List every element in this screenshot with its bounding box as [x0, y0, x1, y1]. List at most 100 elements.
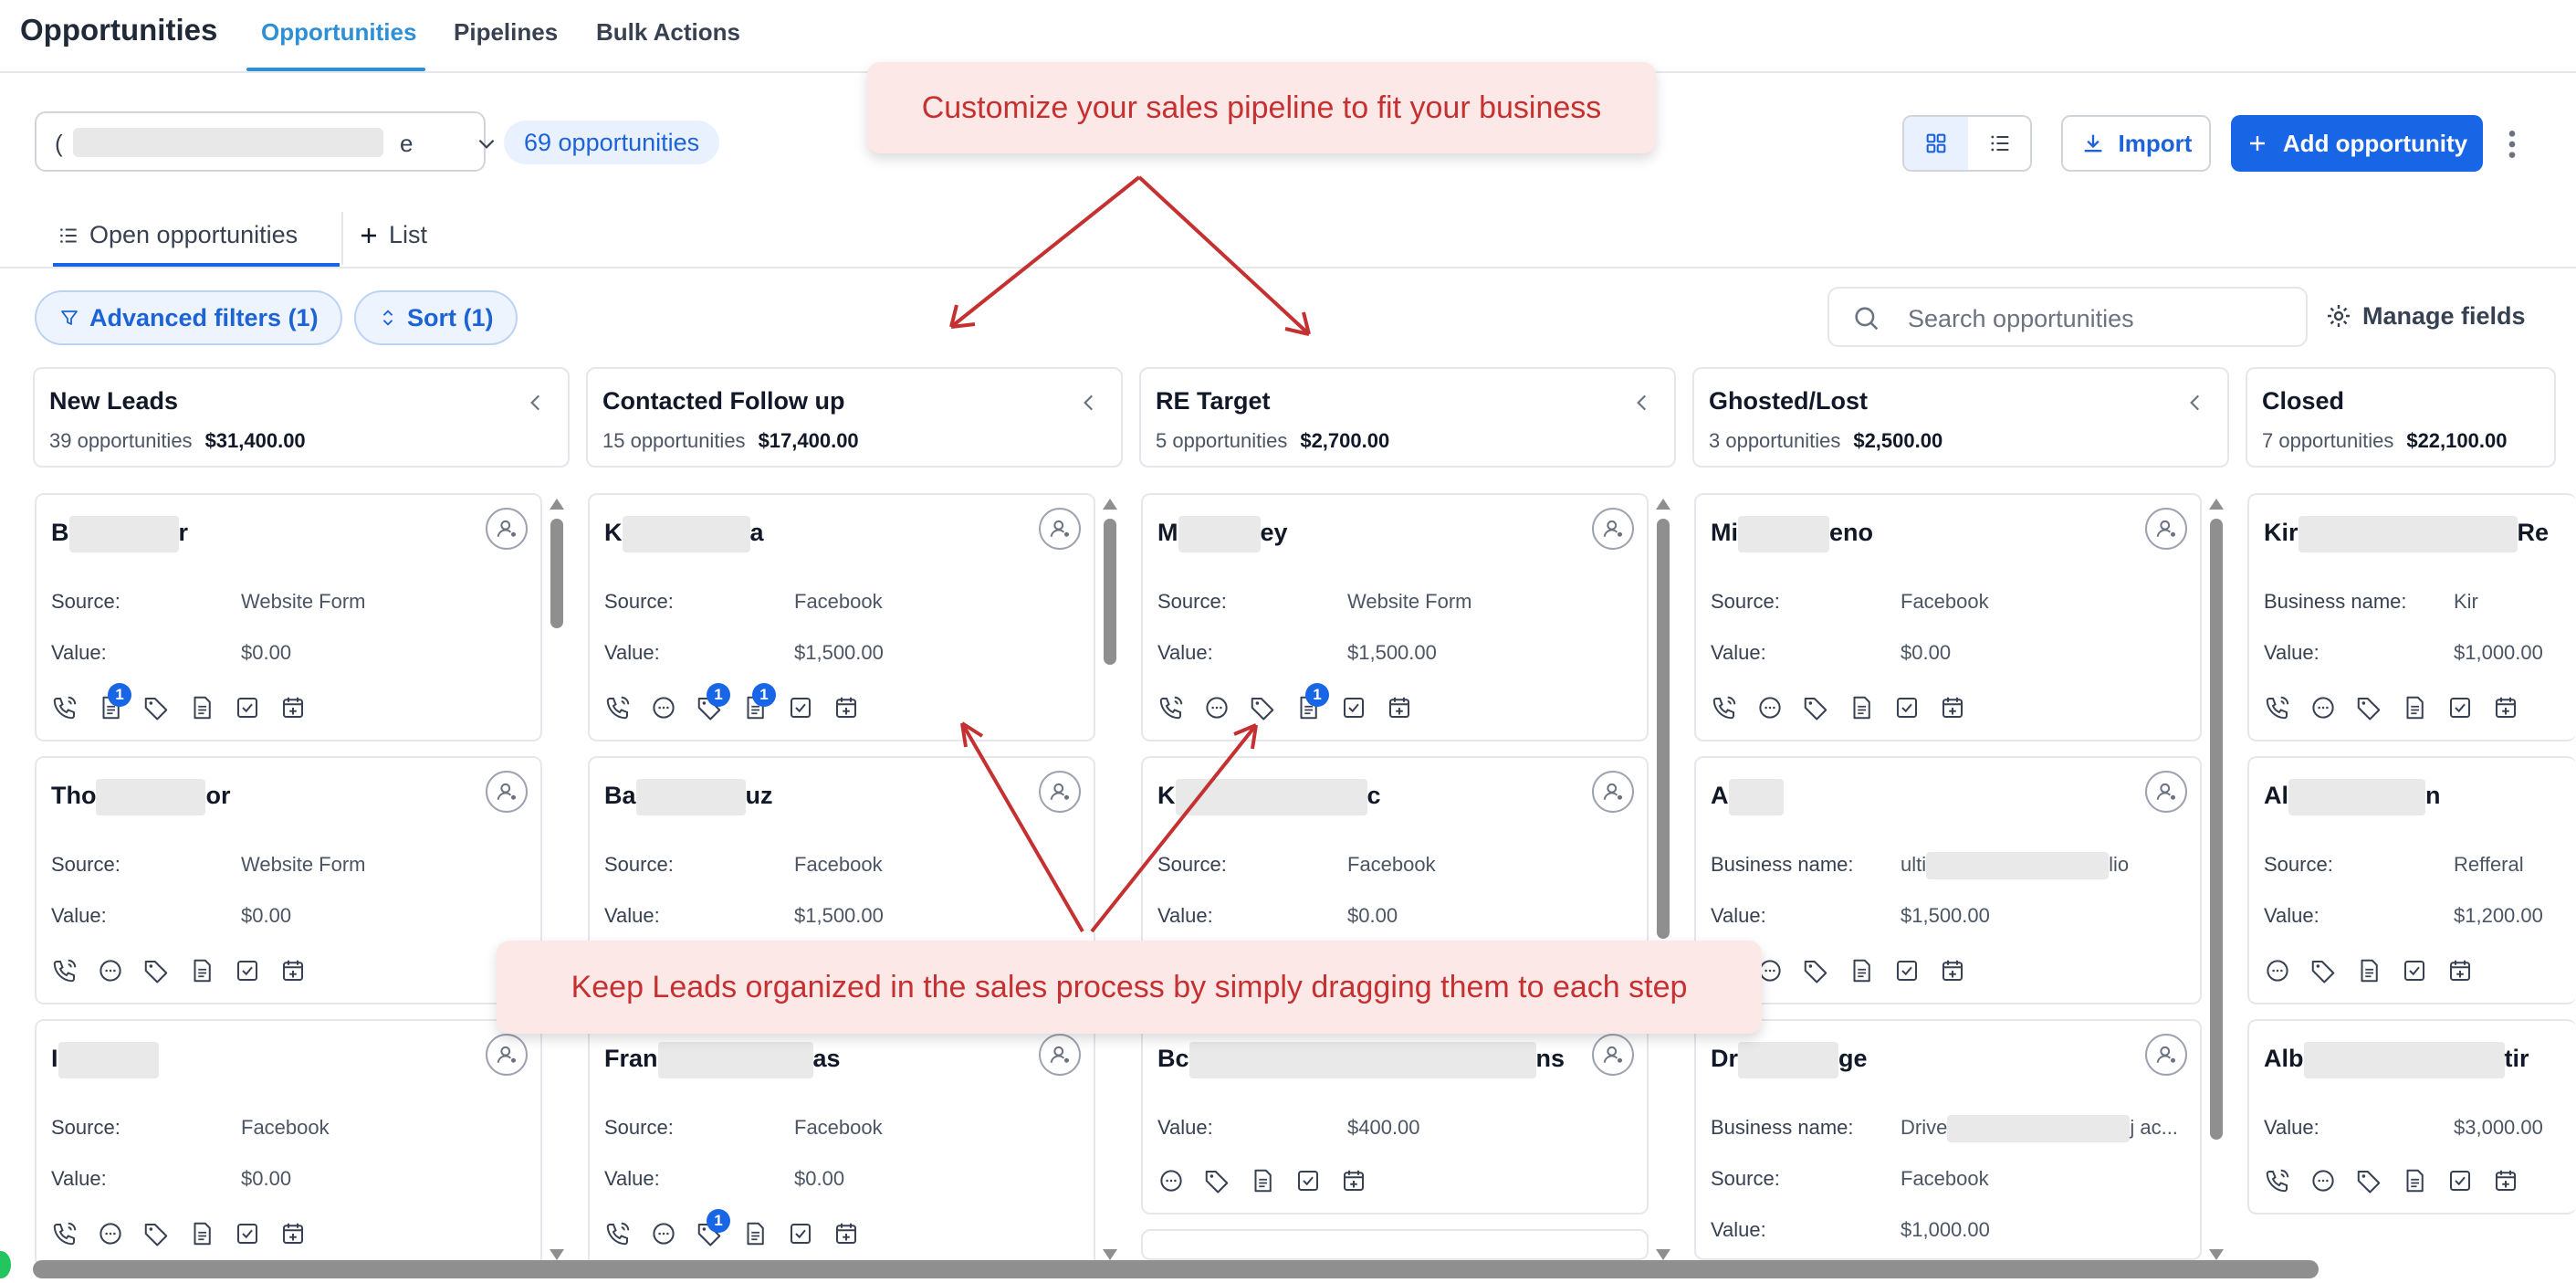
opportunity-card[interactable]: Br Source: Website Form Value: $0.00 1: [35, 493, 542, 741]
calendar-icon[interactable]: [2446, 957, 2474, 984]
tab-pipelines[interactable]: Pipelines: [454, 18, 558, 47]
task-icon[interactable]: [1893, 694, 1921, 721]
assign-user-button[interactable]: [486, 1034, 528, 1076]
chevron-left-icon[interactable]: [1630, 391, 1654, 415]
opportunity-card[interactable]: Bc ns Value: $400.00: [1141, 1019, 1649, 1215]
chevron-left-icon[interactable]: [2183, 391, 2207, 415]
search-input[interactable]: Search opportunities: [1827, 287, 2308, 347]
task-icon[interactable]: [234, 694, 261, 721]
grid-view-button[interactable]: [1904, 117, 1968, 170]
tag-icon[interactable]: [2355, 694, 2382, 721]
sort-button[interactable]: Sort (1): [354, 290, 518, 345]
chevron-left-icon[interactable]: [1077, 391, 1101, 415]
task-icon[interactable]: [1340, 694, 1367, 721]
tag-icon[interactable]: [1203, 1167, 1230, 1194]
opportunity-card[interactable]: Fran as Source: Facebook Value: $0.00 1: [588, 1019, 1095, 1267]
assign-user-button[interactable]: [1039, 771, 1081, 813]
phone-icon[interactable]: [604, 1220, 632, 1247]
task-icon[interactable]: [2401, 957, 2428, 984]
list-view-button[interactable]: [1968, 117, 2030, 170]
note-icon[interactable]: [188, 694, 215, 721]
tag-icon[interactable]: [142, 694, 170, 721]
manage-fields-button[interactable]: Manage fields: [2324, 301, 2526, 331]
task-icon[interactable]: [234, 957, 261, 984]
assign-user-button[interactable]: [2145, 1034, 2187, 1076]
tag-icon[interactable]: [2309, 957, 2337, 984]
assign-user-button[interactable]: [1592, 1034, 1634, 1076]
assign-user-button[interactable]: [1592, 771, 1634, 813]
calendar-icon[interactable]: [1939, 957, 1966, 984]
task-icon[interactable]: [2446, 694, 2474, 721]
column-scrollbar[interactable]: [546, 499, 566, 1260]
phone-icon[interactable]: [604, 694, 632, 721]
phone-icon[interactable]: [1157, 694, 1185, 721]
task-icon[interactable]: [1294, 1167, 1322, 1194]
note-icon[interactable]: [188, 1220, 215, 1247]
note-icon[interactable]: [2401, 694, 2428, 721]
chat-icon[interactable]: [650, 1220, 677, 1247]
task-icon[interactable]: [2446, 1167, 2474, 1194]
chat-icon[interactable]: [2309, 694, 2337, 721]
column-scrollbar[interactable]: [1652, 499, 1672, 1260]
note-icon[interactable]: [2401, 1167, 2428, 1194]
chat-icon[interactable]: [2264, 957, 2291, 984]
calendar-icon[interactable]: [1939, 694, 1966, 721]
opportunity-card[interactable]: Tho or Source: Website Form Value: $0.00: [35, 756, 542, 1004]
opportunity-card[interactable]: Mi eno Source: Facebook Value: $0.00: [1694, 493, 2202, 741]
chat-icon[interactable]: [1756, 694, 1784, 721]
task-icon[interactable]: [234, 1220, 261, 1247]
tag-icon[interactable]: [1249, 694, 1276, 721]
tag-icon[interactable]: [142, 957, 170, 984]
tag-icon[interactable]: [1802, 694, 1829, 721]
calendar-icon[interactable]: [1340, 1167, 1367, 1194]
opportunity-card[interactable]: Dr ge Business name: Drive j ac... Source: F…: [1694, 1019, 2202, 1260]
phone-icon[interactable]: [2264, 694, 2291, 721]
assign-user-button[interactable]: [1039, 508, 1081, 550]
chat-icon[interactable]: [97, 957, 124, 984]
tag-icon[interactable]: [142, 1220, 170, 1247]
opportunity-card[interactable]: Ka Source: Facebook Value: $1,500.00 1 1: [588, 493, 1095, 741]
assign-user-button[interactable]: [486, 508, 528, 550]
task-icon[interactable]: [1893, 957, 1921, 984]
calendar-icon[interactable]: [2492, 1167, 2519, 1194]
calendar-icon[interactable]: [279, 957, 307, 984]
chevron-left-icon[interactable]: [524, 391, 548, 415]
opportunity-card[interactable]: Alb tir Value: $3,000.00: [2247, 1019, 2576, 1215]
tab-bulk-actions[interactable]: Bulk Actions: [596, 18, 740, 47]
calendar-icon[interactable]: [832, 1220, 860, 1247]
note-icon[interactable]: [188, 957, 215, 984]
add-opportunity-button[interactable]: Add opportunity: [2231, 115, 2483, 172]
assign-user-button[interactable]: [486, 771, 528, 813]
column-scrollbar[interactable]: [1099, 499, 1119, 1260]
column-scrollbar[interactable]: [2205, 499, 2225, 1260]
opportunity-card[interactable]: [1141, 1229, 1649, 1260]
tag-icon[interactable]: 1: [696, 683, 730, 721]
phone-icon[interactable]: [1711, 694, 1738, 721]
phone-icon[interactable]: [2264, 1167, 2291, 1194]
assign-user-button[interactable]: [1592, 508, 1634, 550]
note-icon[interactable]: 1: [741, 683, 776, 721]
advanced-filters-button[interactable]: Advanced filters (1): [35, 290, 342, 345]
chat-icon[interactable]: [1203, 694, 1230, 721]
add-list-tab[interactable]: List: [358, 221, 427, 249]
note-icon[interactable]: [741, 1220, 769, 1247]
assign-user-button[interactable]: [2145, 508, 2187, 550]
tab-opportunities[interactable]: Opportunities: [261, 18, 416, 47]
calendar-icon[interactable]: [1386, 694, 1413, 721]
task-icon[interactable]: [787, 694, 814, 721]
tab-open-opportunities[interactable]: Open opportunities: [57, 221, 298, 249]
import-button[interactable]: Import: [2061, 115, 2211, 172]
board-horizontal-scrollbar[interactable]: [33, 1260, 2319, 1278]
calendar-icon[interactable]: [2492, 694, 2519, 721]
opportunity-card[interactable]: A Business name: ulti lio Value: $1,500.00: [1694, 756, 2202, 1004]
phone-icon[interactable]: [51, 957, 79, 984]
note-icon[interactable]: [2355, 957, 2382, 984]
opportunity-card[interactable]: Mey Source: Website Form Value: $1,500.00 …: [1141, 493, 1649, 741]
chat-icon[interactable]: [1157, 1167, 1185, 1194]
tag-icon[interactable]: [2355, 1167, 2382, 1194]
opportunity-card[interactable]: I Source: Facebook Value: $0.00: [35, 1019, 542, 1267]
chat-icon[interactable]: [97, 1220, 124, 1247]
note-icon[interactable]: [1249, 1167, 1276, 1194]
chat-icon[interactable]: [2309, 1167, 2337, 1194]
assign-user-button[interactable]: [2145, 771, 2187, 813]
